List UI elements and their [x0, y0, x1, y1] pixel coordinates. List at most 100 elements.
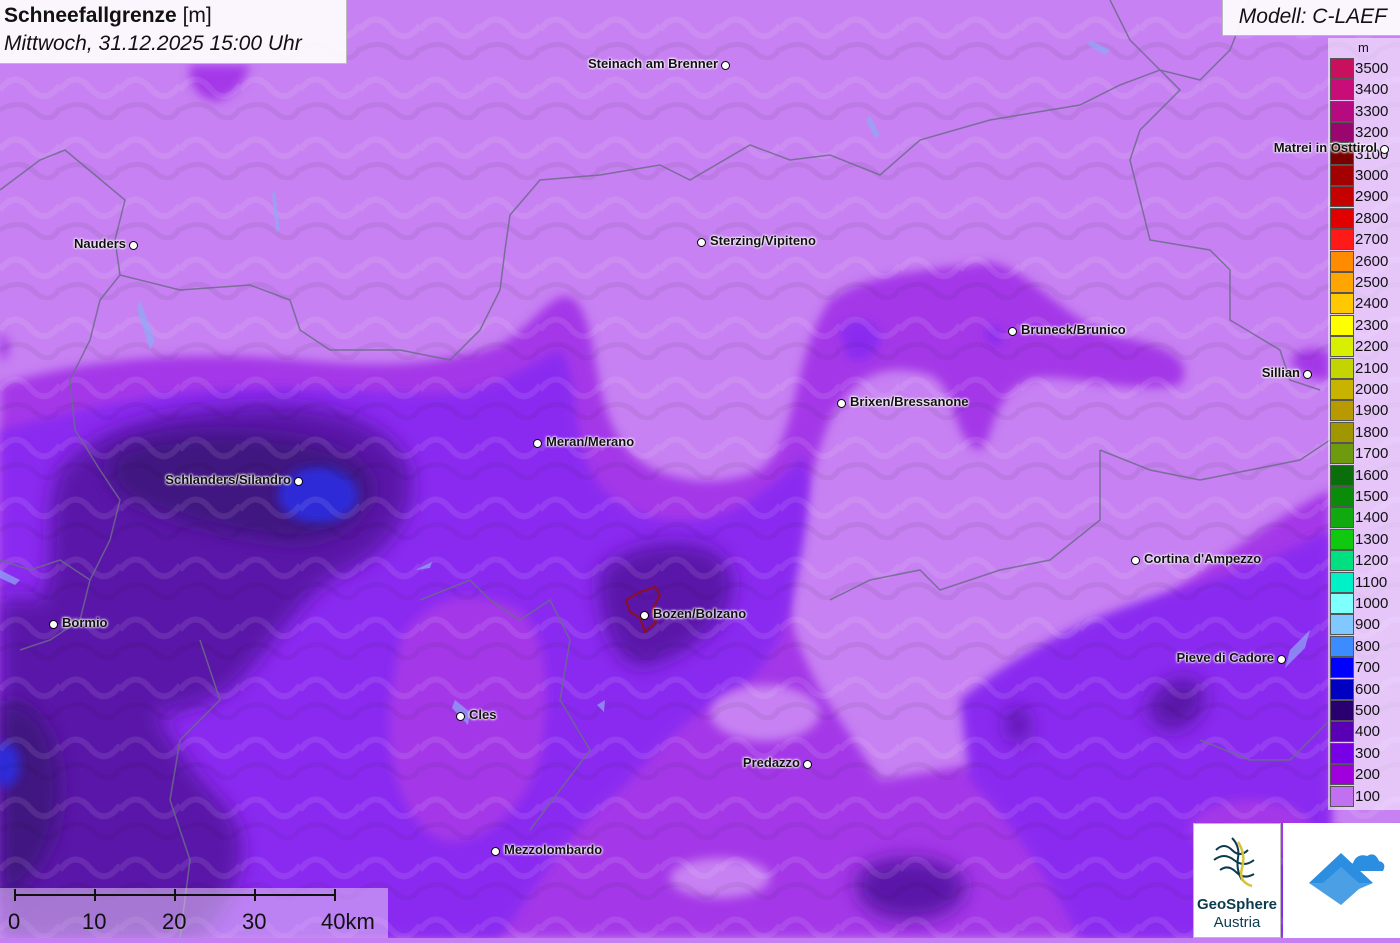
place-label: Bruneck/Brunico — [1021, 322, 1126, 337]
legend-swatch — [1330, 58, 1354, 79]
scale-label-0: 0 — [8, 909, 21, 934]
legend-label: 500 — [1355, 702, 1381, 719]
legend-swatch — [1330, 207, 1354, 229]
legend-swatch — [1330, 79, 1354, 101]
legend-label: 1300 — [1355, 530, 1389, 548]
map-title-panel: Schneefallgrenze [m] Mittwoch, 31.12.202… — [0, 0, 347, 64]
legend-swatch — [1330, 678, 1354, 700]
legend-swatch — [1330, 272, 1354, 293]
legend-label: 3400 — [1355, 81, 1389, 99]
legend-label: 1800 — [1355, 423, 1389, 441]
legend-label: 1900 — [1355, 402, 1389, 420]
legend-swatch — [1330, 314, 1354, 336]
legend-label: 3200 — [1355, 124, 1389, 142]
place-label: Sillian — [1261, 365, 1300, 380]
place-marker — [697, 238, 706, 247]
geosphere-logo[interactable]: GeoSphere Austria — [1193, 823, 1281, 938]
place-marker — [1303, 370, 1312, 379]
place-marker — [803, 760, 812, 769]
place-marker — [49, 620, 58, 629]
scale-label-20: 20 — [162, 909, 187, 934]
legend-label: 900 — [1355, 616, 1381, 634]
place-label: Steinach am Brenner — [587, 56, 718, 71]
legend-label: 2500 — [1355, 274, 1389, 291]
map-title-text: Schneefallgrenze — [4, 4, 177, 27]
legend-label: 2000 — [1355, 381, 1389, 398]
place-label: Cortina d'Ampezzo — [1144, 551, 1262, 566]
legend-label: 100 — [1355, 787, 1381, 805]
place-label: Mezzolombardo — [504, 842, 603, 857]
map-title-unit: [m] — [182, 4, 212, 27]
place-label: Meran/Merano — [546, 434, 635, 449]
scale-label-10: 10 — [82, 909, 107, 934]
legend-swatch — [1330, 336, 1354, 358]
scale-label-40km: 40km — [321, 909, 375, 934]
legend-label: 1500 — [1355, 488, 1389, 505]
legend-label: 2300 — [1355, 316, 1389, 334]
legend-swatch — [1330, 550, 1354, 572]
place-marker — [491, 847, 500, 856]
legend-label: 2700 — [1355, 231, 1389, 249]
geosphere-name: GeoSphere — [1196, 896, 1278, 913]
legend-swatch — [1330, 764, 1354, 786]
snowline-map — [0, 0, 1400, 938]
place-label: Brixen/Bressanone — [850, 394, 969, 409]
legend-swatch — [1330, 486, 1354, 507]
legend-label: 1200 — [1355, 552, 1389, 570]
place-marker — [129, 241, 138, 250]
legend-label: 2100 — [1355, 359, 1389, 377]
place-label: Predazzo — [742, 755, 800, 770]
legend-label: 2900 — [1355, 188, 1389, 206]
model-panel: Modell: C-LAEF — [1222, 0, 1400, 36]
model-label: Modell: C-LAEF — [1238, 5, 1387, 28]
place-label: Schlanders/Silandro — [165, 472, 291, 487]
scale-bar: 0 10 20 30 40km — [0, 888, 388, 938]
scale-label-30: 30 — [242, 909, 267, 934]
legend-label: 600 — [1355, 680, 1381, 698]
place-label: Cles — [469, 707, 497, 722]
legend-label: 1100 — [1355, 573, 1388, 591]
legend-label: 1700 — [1355, 445, 1389, 463]
legend-label: 2200 — [1355, 338, 1389, 356]
legend-label: 2800 — [1355, 209, 1389, 227]
place-label: Bozen/Bolzano — [653, 606, 747, 621]
legend-label: 2600 — [1355, 252, 1389, 270]
legend-swatch — [1330, 165, 1354, 186]
place-marker — [1277, 655, 1286, 664]
legend-swatch — [1330, 400, 1354, 422]
legend-label: 2400 — [1355, 295, 1389, 313]
place-marker — [1380, 145, 1389, 154]
legend-label: 1000 — [1355, 595, 1389, 612]
map-datetime: Mittwoch, 31.12.2025 15:00 Uhr — [4, 32, 302, 55]
weather-app-logo[interactable] — [1283, 823, 1400, 938]
legend-swatch — [1330, 293, 1354, 315]
legend-swatch — [1330, 742, 1354, 764]
place-marker — [533, 439, 542, 448]
place-marker — [640, 611, 649, 620]
legend-swatch — [1330, 421, 1354, 443]
legend-swatch — [1330, 528, 1354, 550]
place-marker — [1008, 327, 1017, 336]
place-marker — [1131, 556, 1140, 565]
legend-label: 3500 — [1355, 60, 1389, 77]
legend-swatch — [1330, 357, 1354, 379]
place-label: Pieve di Cadore — [1176, 650, 1274, 665]
place-marker — [294, 477, 303, 486]
legend-label: 300 — [1355, 744, 1381, 762]
place-label: Matrei in Osttirol — [1273, 140, 1377, 155]
legend-swatch — [1330, 100, 1354, 122]
place-label: Nauders — [73, 236, 126, 251]
place-label: Sterzing/Vipiteno — [710, 233, 816, 248]
legend-label: 200 — [1355, 766, 1381, 784]
legend-unit: m — [1358, 40, 1369, 55]
legend-swatch — [1330, 464, 1354, 486]
place-marker — [837, 399, 846, 408]
place-marker — [721, 61, 730, 70]
legend-swatch — [1330, 721, 1354, 743]
legend-label: 3000 — [1355, 167, 1389, 184]
legend-swatch — [1330, 593, 1354, 614]
legend-swatch — [1330, 657, 1354, 679]
legend-swatch — [1330, 379, 1354, 400]
legend-swatch — [1330, 785, 1354, 807]
geosphere-country: Austria — [1213, 914, 1261, 931]
